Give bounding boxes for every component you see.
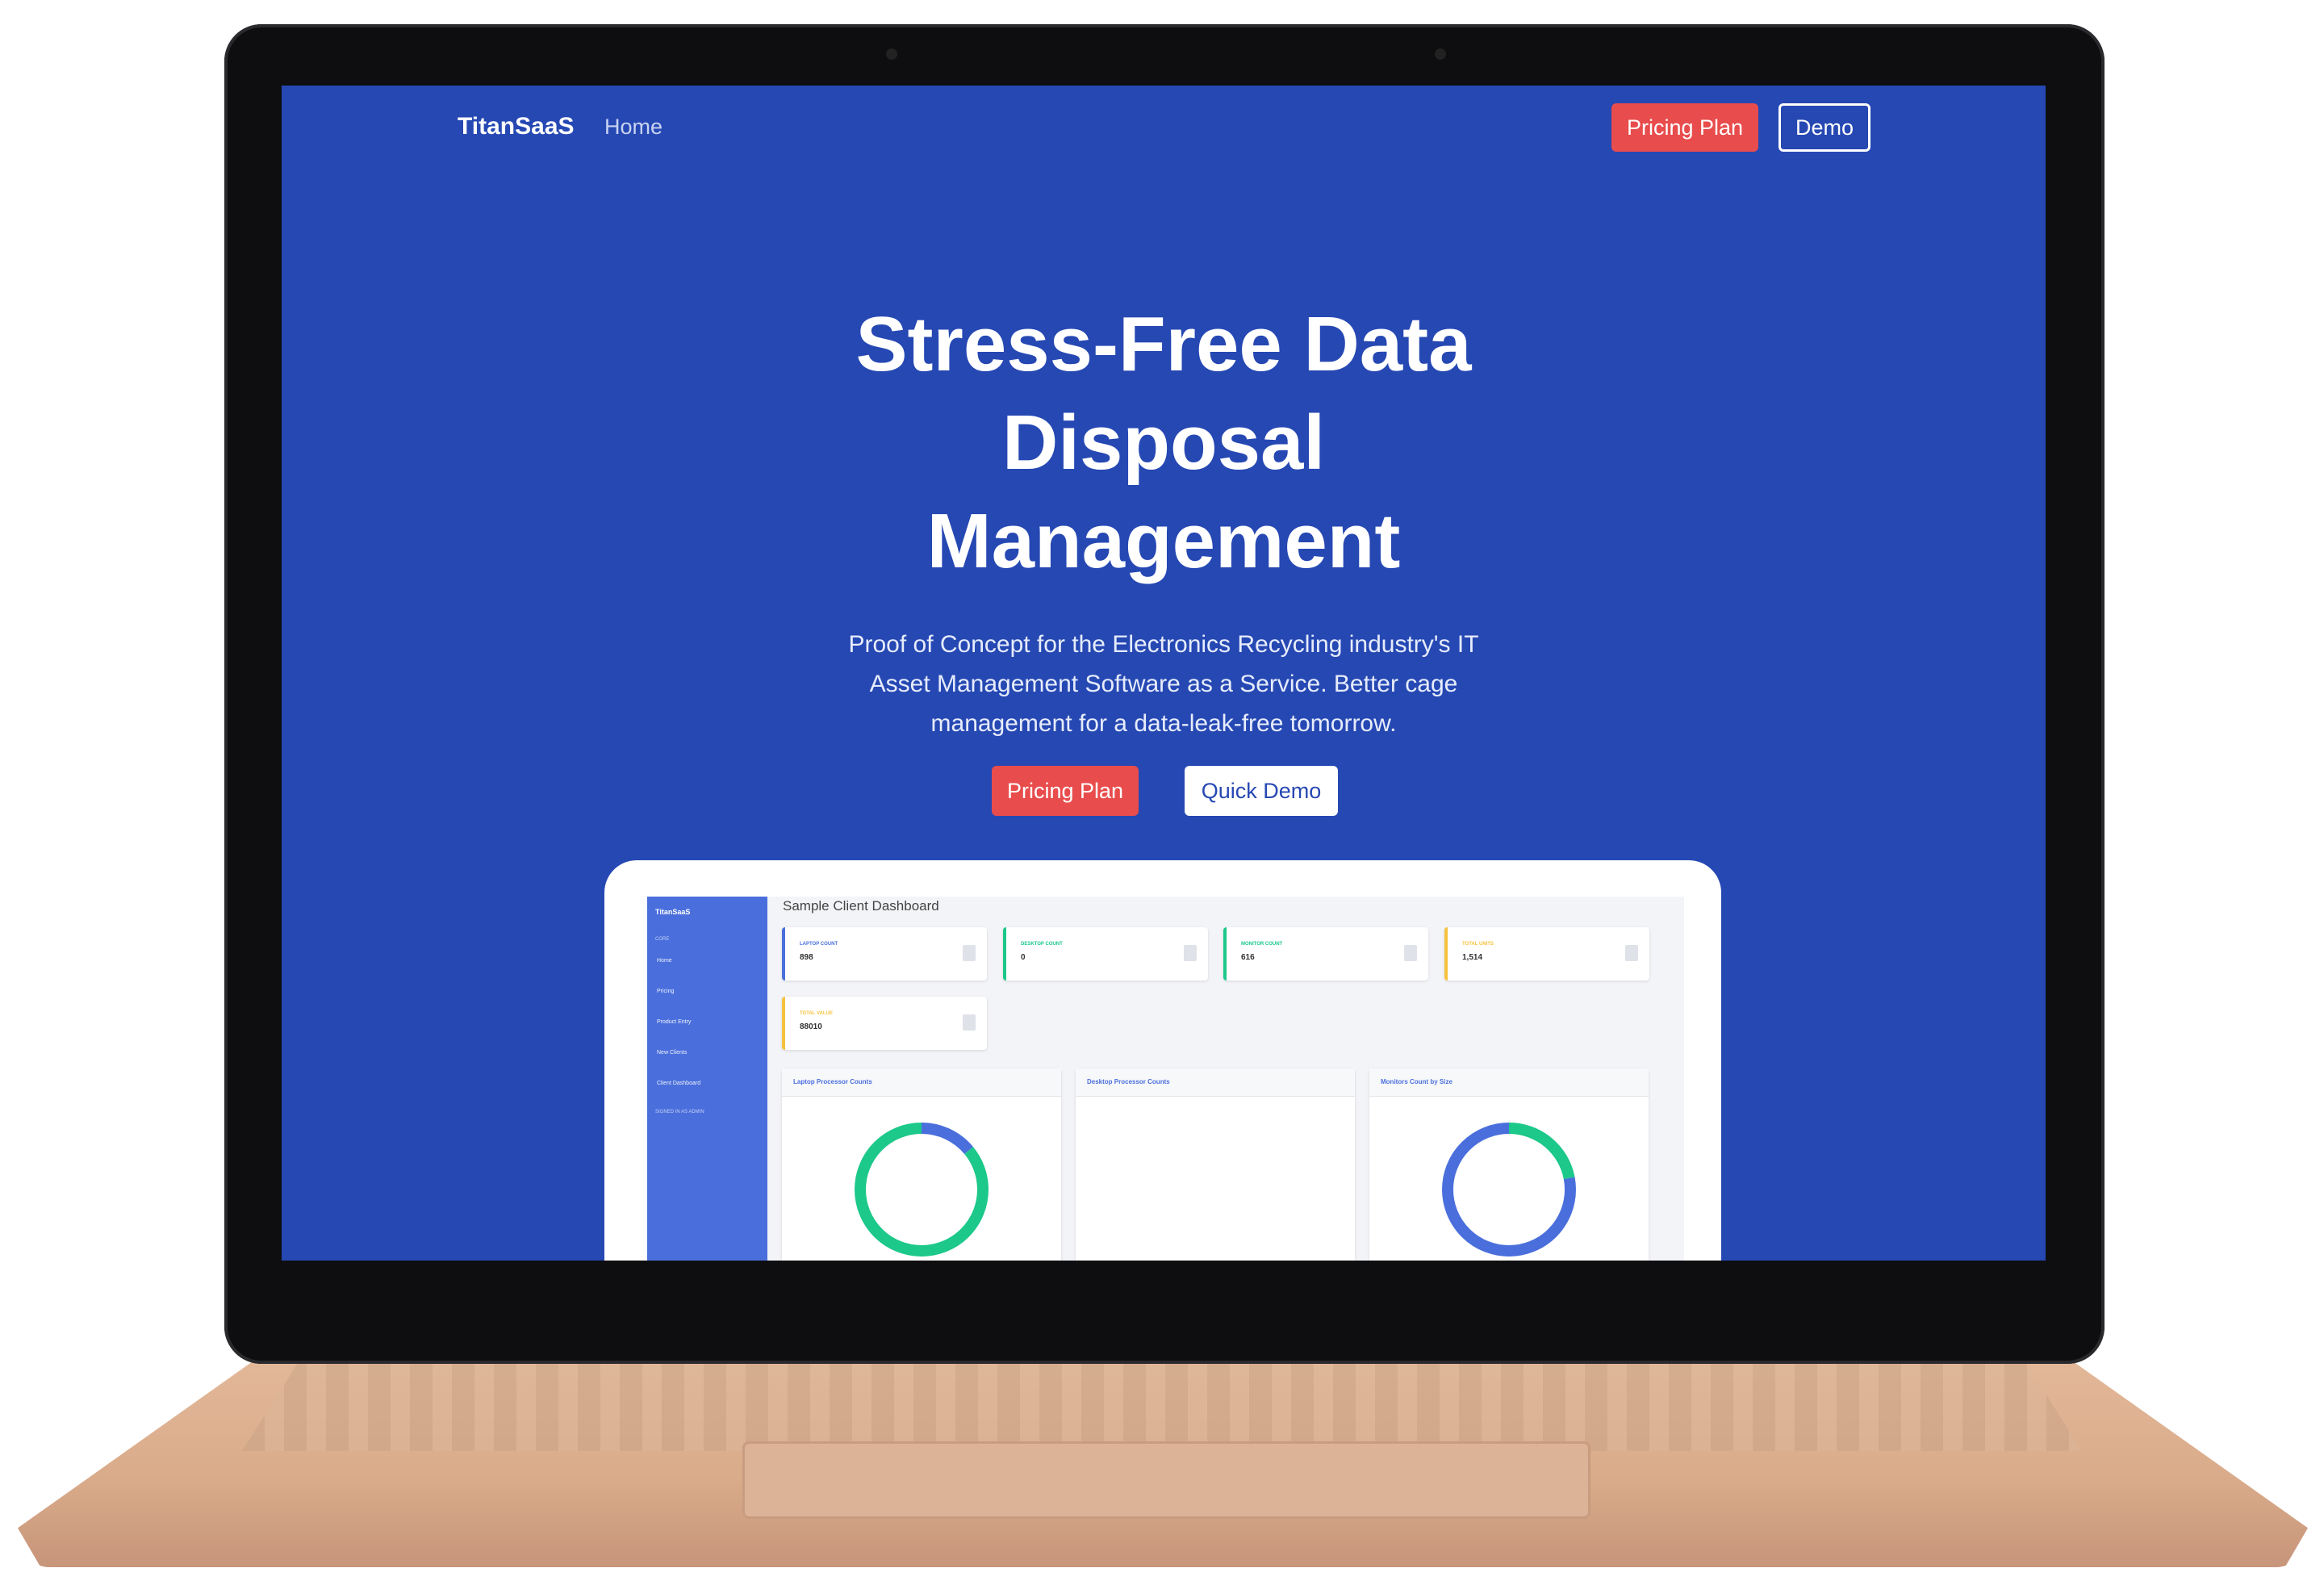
sidebar-section-label: CORE xyxy=(655,937,670,942)
panel-title: Monitors Count by Size xyxy=(1381,1078,1452,1085)
hero-title-line: Disposal xyxy=(1001,399,1326,486)
stat-value: 1,514 xyxy=(1462,953,1483,962)
camera-dot xyxy=(1435,48,1446,60)
hero-subtitle-line: Proof of Concept for the Electronics Rec… xyxy=(848,631,1479,658)
laptop-processor-panel: Laptop Processor Counts xyxy=(782,1068,1061,1261)
brand-logo[interactable]: TitanSaaS xyxy=(458,113,575,140)
stat-value: 0 xyxy=(1021,953,1026,962)
stat-icon xyxy=(963,945,976,961)
stat-card: LAPTOP COUNT 898 xyxy=(782,927,987,981)
laptop-processor-donut xyxy=(855,1123,989,1257)
nav-pricing-button[interactable]: Pricing Plan xyxy=(1611,103,1758,152)
trackpad xyxy=(742,1441,1590,1519)
stat-icon xyxy=(1404,945,1417,961)
sidebar-brand: TitanSaaS xyxy=(655,908,691,916)
stat-label: TOTAL UNITS xyxy=(1462,942,1494,947)
stat-card: TOTAL UNITS 1,514 xyxy=(1444,927,1649,981)
sidebar-item-pricing: Pricing xyxy=(657,989,675,994)
hero-title: Stress-Free Data Disposal Management xyxy=(766,295,1561,591)
sidebar-item-client-dashboard: Client Dashboard xyxy=(657,1081,701,1086)
sidebar-item-product-entry: Product Entry xyxy=(657,1019,692,1025)
laptop-screen: TitanSaaS Home Pricing Plan Demo Stress-… xyxy=(282,86,2046,1261)
monitors-size-panel: Monitors Count by Size xyxy=(1369,1068,1649,1261)
hero-quick-demo-button[interactable]: Quick Demo xyxy=(1185,766,1338,816)
stat-icon xyxy=(1625,945,1638,961)
hero-title-line: Management xyxy=(926,498,1401,584)
sidebar-item-home: Home xyxy=(657,958,672,964)
stat-value: 88010 xyxy=(800,1022,822,1031)
desktop-processor-panel: Desktop Processor Counts xyxy=(1076,1068,1355,1261)
hero-title-line: Stress-Free Data xyxy=(855,301,1472,387)
hero-subtitle: Proof of Concept for the Electronics Rec… xyxy=(806,625,1521,743)
stat-icon xyxy=(963,1014,976,1031)
hero-subtitle-line: Asset Management Software as a Service. … xyxy=(869,671,1458,697)
nav-home-link[interactable]: Home xyxy=(604,115,663,140)
hero-pricing-button[interactable]: Pricing Plan xyxy=(992,766,1139,816)
dashboard-sidebar: TitanSaaS CORE Home Pricing Product Entr… xyxy=(647,897,767,1261)
panel-title: Desktop Processor Counts xyxy=(1087,1078,1170,1085)
stat-value: 898 xyxy=(800,953,813,962)
dashboard-preview: TitanSaaS CORE Home Pricing Product Entr… xyxy=(647,897,1684,1261)
camera-dot xyxy=(886,48,897,60)
stat-label: TOTAL VALUE xyxy=(800,1011,833,1016)
stat-value: 616 xyxy=(1241,953,1255,962)
keyboard xyxy=(242,1364,2082,1451)
hero-subtitle-line: management for a data-leak-free tomorrow… xyxy=(930,710,1397,737)
stat-label: LAPTOP COUNT xyxy=(800,942,838,947)
stat-card: TOTAL VALUE 88010 xyxy=(782,997,987,1050)
sidebar-item-new-clients: New Clients xyxy=(657,1050,688,1056)
stat-label: MONITOR COUNT xyxy=(1241,942,1283,947)
stat-label: DESKTOP COUNT xyxy=(1021,942,1063,947)
stat-card: DESKTOP COUNT 0 xyxy=(1003,927,1208,981)
dashboard-title: Sample Client Dashboard xyxy=(783,898,939,914)
sidebar-footer: SIGNED IN AS ADMIN xyxy=(655,1110,704,1114)
monitors-size-donut xyxy=(1442,1123,1576,1257)
nav-demo-button[interactable]: Demo xyxy=(1779,103,1870,152)
stat-card: MONITOR COUNT 616 xyxy=(1223,927,1428,981)
panel-title: Laptop Processor Counts xyxy=(793,1078,872,1085)
stat-icon xyxy=(1184,945,1197,961)
